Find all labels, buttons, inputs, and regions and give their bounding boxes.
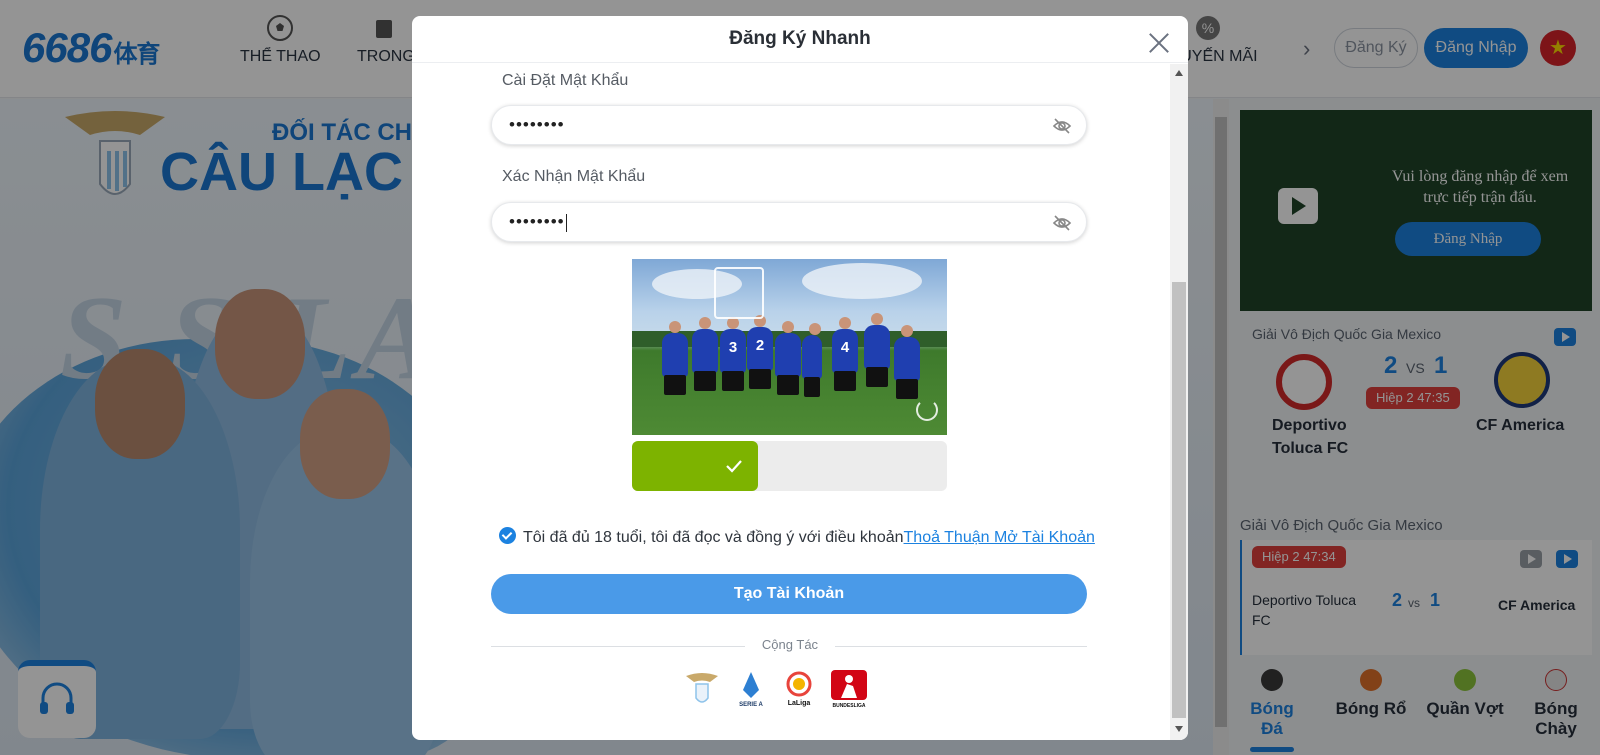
captcha-puzzle-image: 3 2 4 xyxy=(632,259,947,435)
password-field[interactable]: •••••••• xyxy=(491,105,1087,145)
eye-off-icon[interactable] xyxy=(1052,213,1072,233)
svg-text:LaLiga: LaLiga xyxy=(788,700,811,707)
player-figure: 4 xyxy=(832,317,858,391)
scroll-down-arrow-icon[interactable] xyxy=(1175,726,1183,732)
confirm-password-value: •••••••• xyxy=(509,212,565,231)
terms-agreement: Tôi đã đủ 18 tuổi, tôi đã đọc và đồng ý … xyxy=(499,527,1095,547)
svg-text:SERIE A: SERIE A xyxy=(739,702,763,708)
confirm-password-label: Xác Nhận Mật Khẩu xyxy=(502,168,646,185)
player-figure xyxy=(775,321,801,395)
quick-register-modal: Đăng Ký Nhanh Cài Đặt Mật Khẩu •••••••• … xyxy=(412,16,1188,740)
close-icon[interactable] xyxy=(1148,32,1170,54)
modal-header: Đăng Ký Nhanh xyxy=(412,16,1188,63)
player-figure xyxy=(662,321,688,395)
text-caret xyxy=(565,213,567,232)
puzzle-piece-slot xyxy=(714,267,764,319)
password-label: Cài Đặt Mật Khẩu xyxy=(502,72,629,89)
modal-scrollbar-thumb[interactable] xyxy=(1172,282,1186,718)
shirt-number: 3 xyxy=(728,339,738,356)
confirm-password-input-value: •••••••• xyxy=(509,212,567,232)
serie-a-logo-icon: SERIE A xyxy=(739,672,764,708)
cloud-graphic xyxy=(802,263,922,299)
agree-text: Tôi đã đủ 18 tuổi, tôi đã đọc và đồng ý … xyxy=(523,529,904,546)
player-figure xyxy=(894,325,920,399)
scroll-up-arrow-icon[interactable] xyxy=(1175,70,1183,76)
player-figure: 3 xyxy=(720,317,746,391)
create-account-button[interactable]: Tạo Tài Khoản xyxy=(491,574,1087,614)
checkmark-icon xyxy=(726,460,742,473)
shirt-number: 2 xyxy=(755,337,765,354)
confirm-password-field[interactable]: •••••••• xyxy=(491,202,1087,242)
player-figure: 2 xyxy=(747,315,773,389)
eye-off-icon[interactable] xyxy=(1052,116,1072,136)
shirt-number: 4 xyxy=(840,339,850,356)
svg-text:BUNDESLIGA: BUNDESLIGA xyxy=(832,703,865,708)
laliga-logo-icon: LaLiga xyxy=(786,671,812,707)
modal-scrollbar[interactable] xyxy=(1170,64,1188,740)
player-figure xyxy=(802,323,822,397)
agree-checkbox[interactable] xyxy=(499,527,516,545)
player-figure xyxy=(864,313,890,387)
bundesliga-logo-icon: BUNDESLIGA xyxy=(831,670,867,708)
refresh-icon[interactable] xyxy=(916,399,938,421)
modal-title: Đăng Ký Nhanh xyxy=(729,28,871,49)
player-figure xyxy=(692,317,718,391)
terms-link[interactable]: Thoả Thuận Mở Tài Khoản xyxy=(904,529,1095,546)
partners-label: Cộng Tác xyxy=(745,637,835,652)
lazio-logo-icon xyxy=(686,673,718,703)
password-value: •••••••• xyxy=(509,115,565,134)
